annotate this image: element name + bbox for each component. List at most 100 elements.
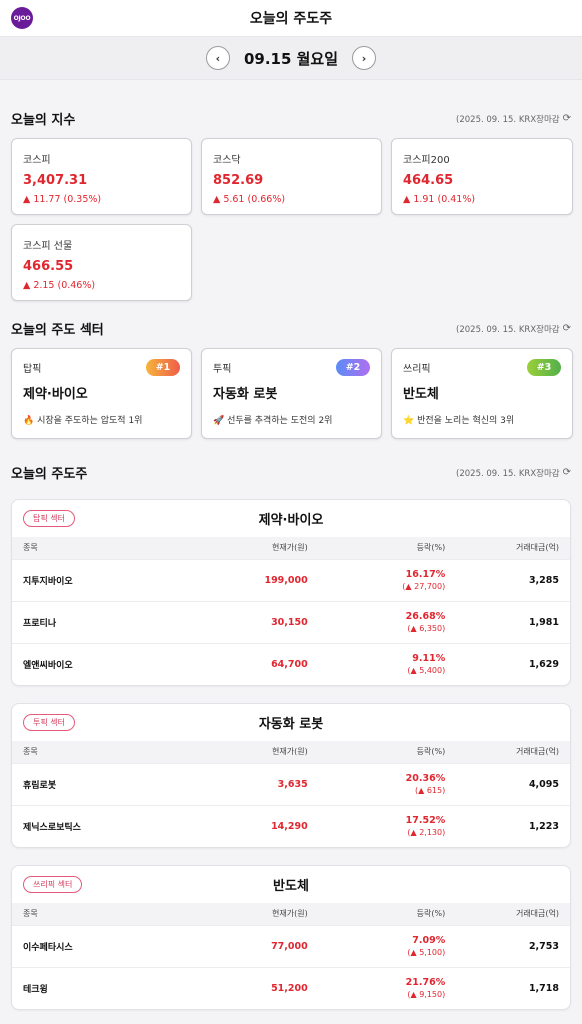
table-row[interactable]: 엘앤씨바이오 64,700 9.11% (▲ 5,400) 1,629: [12, 642, 570, 685]
stock-name: 프로티나: [12, 600, 213, 643]
page-title: 오늘의 주도주: [249, 11, 333, 27]
sector-chip[interactable]: 투픽 섹터: [23, 714, 75, 731]
stock-volume: 1,223: [447, 804, 570, 847]
update-meta: (2025. 09. 15. KRX장마감 ⟳: [456, 113, 571, 125]
stock-volume: 4,095: [447, 762, 570, 805]
sector-card[interactable]: 쓰리픽 #3 반도체 ⭐ 반전을 노리는 혁신의 3위: [391, 348, 573, 439]
stock-rate: 16.17% (▲ 27,700): [307, 558, 448, 601]
refresh-icon[interactable]: ⟳: [563, 113, 571, 124]
rate-percent: 21.76%: [405, 977, 446, 989]
stock-rate: 20.36% (▲ 615): [307, 762, 448, 805]
index-card[interactable]: 코스피 선물 466.55 ▲ 2.15 (0.46%): [11, 224, 192, 301]
rate-amount: (▲ 5,100): [407, 948, 446, 957]
index-name: 코스피200: [403, 155, 450, 166]
column-header-volume: 거래대금(억): [447, 903, 570, 925]
table-row[interactable]: 휴림로봇 3,635 20.36% (▲ 615) 4,095: [12, 762, 570, 805]
index-change: ▲ 11.77 (0.35%): [23, 194, 102, 205]
stock-group-title: 제약·바이오: [258, 513, 324, 528]
stock-rate: 17.52% (▲ 2,130): [307, 804, 448, 847]
sector-card[interactable]: 투픽 #2 자동화 로봇 🚀 선두를 추격하는 도전의 2위: [201, 348, 382, 439]
stock-group-header: 쓰리픽 섹터 반도체: [12, 866, 570, 903]
update-meta: (2025. 09. 15. KRX장마감 ⟳: [456, 467, 571, 479]
stock-name: 지투지바이오: [12, 558, 213, 601]
table-header-row: 종목 현재가(원) 등락(%) 거래대금(억): [12, 741, 570, 763]
stock-name: 이수페타시스: [12, 924, 213, 967]
sector-chip[interactable]: 탑픽 섹터: [23, 510, 75, 527]
rate-percent: 17.52%: [405, 815, 446, 827]
stock-group-title: 반도체: [273, 879, 309, 894]
column-header-volume: 거래대금(억): [447, 741, 570, 763]
sector-description: ⭐ 반전을 노리는 혁신의 3위: [403, 416, 515, 426]
sector-description: 🔥 시장을 주도하는 압도적 1위: [23, 416, 143, 426]
index-name: 코스닥: [213, 155, 241, 166]
index-name: 코스피: [23, 155, 51, 166]
index-card[interactable]: 코스피 3,407.31 ▲ 11.77 (0.35%): [11, 138, 192, 215]
table-row[interactable]: 지투지바이오 199,000 16.17% (▲ 27,700) 3,285: [12, 558, 570, 601]
rate-amount: (▲ 5,400): [407, 666, 446, 676]
stock-volume: 1,718: [447, 966, 570, 1009]
index-value: 852.69: [213, 173, 264, 188]
table-row[interactable]: 제닉스로보틱스 14,290 17.52% (▲ 2,130) 1,223: [12, 804, 570, 847]
rate-amount: (▲ 6,350): [407, 624, 446, 633]
column-header-rate: 등락(%): [307, 903, 448, 925]
app-logo[interactable]: OJOO: [11, 7, 33, 29]
stock-table: 종목 현재가(원) 등락(%) 거래대금(억) 지투지바이오 199,000 1…: [12, 537, 570, 685]
stock-price: 30,150: [212, 600, 308, 643]
sector-card[interactable]: 탑픽 #1 제약·바이오 🔥 시장을 주도하는 압도적 1위: [11, 348, 192, 439]
rate-amount: (▲ 9,150): [407, 990, 446, 1000]
index-value: 3,407.31: [23, 173, 88, 188]
stock-group-title: 자동화 로봇: [258, 717, 324, 732]
sector-chip[interactable]: 쓰리픽 섹터: [23, 876, 83, 893]
stock-rate: 9.11% (▲ 5,400): [307, 642, 448, 685]
column-header-price: 현재가(원): [212, 903, 308, 925]
stock-name: 테크윙: [12, 966, 213, 1009]
stock-table: 종목 현재가(원) 등락(%) 거래대금(억) 이수페타시스 77,000 7.…: [12, 903, 570, 1009]
table-row[interactable]: 이수페타시스 77,000 7.09% (▲ 5,100) 2,753: [12, 924, 570, 967]
sector-name: 자동화 로봇: [213, 387, 278, 402]
date-navigator: ‹ 09.15 월요일 ›: [0, 37, 582, 80]
rate-amount: (▲ 615): [415, 786, 446, 795]
stock-price: 3,635: [212, 762, 308, 805]
stock-price: 14,290: [212, 804, 308, 847]
stock-volume: 2,753: [447, 924, 570, 967]
refresh-icon[interactable]: ⟳: [563, 323, 571, 334]
index-value: 466.55: [23, 259, 74, 274]
sector-grid: 탑픽 #1 제약·바이오 🔥 시장을 주도하는 압도적 1위 투픽 #2 자동화…: [0, 348, 582, 439]
stock-price: 77,000: [212, 924, 308, 967]
column-header-price: 현재가(원): [212, 741, 308, 763]
index-change: ▲ 5.61 (0.66%): [213, 194, 286, 205]
refresh-icon[interactable]: ⟳: [563, 467, 571, 478]
stock-name: 제닉스로보틱스: [12, 804, 213, 847]
index-change: ▲ 1.91 (0.41%): [403, 194, 476, 205]
sector-description: 🚀 선두를 추격하는 도전의 2위: [213, 416, 333, 426]
stock-volume: 1,981: [447, 600, 570, 643]
update-time: (2025. 09. 15. KRX장마감: [456, 324, 560, 335]
rate-amount: (▲ 27,700): [402, 582, 446, 591]
update-time: (2025. 09. 15. KRX장마감: [456, 468, 560, 479]
column-header-rate: 등락(%): [307, 741, 448, 763]
stock-name: 엘앤씨바이오: [12, 642, 213, 685]
next-day-button[interactable]: ›: [352, 46, 377, 70]
section-title: 오늘의 지수: [11, 113, 76, 128]
rate-percent: 26.68%: [405, 611, 446, 622]
column-header-volume: 거래대금(억): [447, 537, 570, 559]
table-row[interactable]: 프로티나 30,150 26.68% (▲ 6,350) 1,981: [12, 600, 570, 643]
section-title: 오늘의 주도주: [11, 467, 88, 482]
update-time: (2025. 09. 15. KRX장마감: [456, 114, 560, 125]
index-card[interactable]: 코스피200 464.65 ▲ 1.91 (0.41%): [391, 138, 573, 215]
stock-group-header: 투픽 섹터 자동화 로봇: [12, 704, 570, 741]
table-row[interactable]: 테크윙 51,200 21.76% (▲ 9,150) 1,718: [12, 966, 570, 1009]
prev-day-button[interactable]: ‹: [205, 46, 230, 70]
index-card[interactable]: 코스닥 852.69 ▲ 5.61 (0.66%): [201, 138, 382, 215]
stock-group-card: 탑픽 섹터 제약·바이오 종목 현재가(원) 등락(%) 거래대금(억) 지투지…: [11, 499, 571, 686]
index-grid: 코스피 3,407.31 ▲ 11.77 (0.35%) 코스닥 852.69 …: [0, 138, 582, 301]
stock-rate: 7.09% (▲ 5,100): [307, 924, 448, 967]
rate-amount: (▲ 2,130): [407, 828, 446, 838]
index-name: 코스피 선물: [23, 241, 73, 252]
sectors-section-header: 오늘의 주도 섹터 (2025. 09. 15. KRX장마감 ⟳: [0, 319, 582, 338]
current-date: 09.15 월요일: [243, 49, 339, 68]
rate-percent: 16.17%: [405, 569, 446, 580]
table-header-row: 종목 현재가(원) 등락(%) 거래대금(억): [12, 537, 570, 559]
section-title: 오늘의 주도 섹터: [11, 323, 104, 338]
stock-rate: 26.68% (▲ 6,350): [307, 600, 448, 643]
